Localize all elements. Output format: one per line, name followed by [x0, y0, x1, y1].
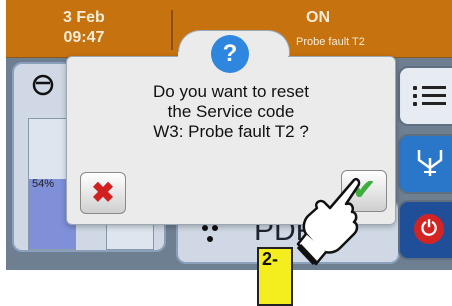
dialog-message-line2: the Service code	[167, 102, 295, 121]
time-label: 09:47	[63, 29, 105, 46]
valve-button[interactable]	[398, 134, 452, 194]
dialog-message: Do you want to reset the Service code W3…	[66, 82, 396, 142]
pointing-hand-icon	[296, 172, 376, 275]
step-label: 2-	[257, 247, 293, 306]
cancel-icon: ✖	[91, 177, 115, 208]
valve-icon	[416, 148, 444, 183]
menu-button[interactable]	[398, 66, 452, 126]
power-button[interactable]: ⏻	[398, 200, 452, 260]
header-divider	[171, 10, 173, 50]
power-icon: ⏻	[414, 214, 444, 244]
dialog-message-line3: W3: Probe fault T2 ?	[153, 122, 309, 141]
cancel-button[interactable]: ✖	[80, 172, 126, 214]
pump-icon	[32, 74, 54, 101]
level-percent: 54%	[32, 178, 55, 190]
status-label: ON	[306, 9, 330, 26]
date-label: 3 Feb	[63, 9, 105, 26]
status-subtext: Probe fault T2	[296, 36, 365, 48]
date-time: 3 Feb 09:47	[63, 8, 105, 48]
help-icon: ?	[211, 35, 249, 73]
dialog-message-line1: Do you want to reset	[153, 82, 309, 101]
